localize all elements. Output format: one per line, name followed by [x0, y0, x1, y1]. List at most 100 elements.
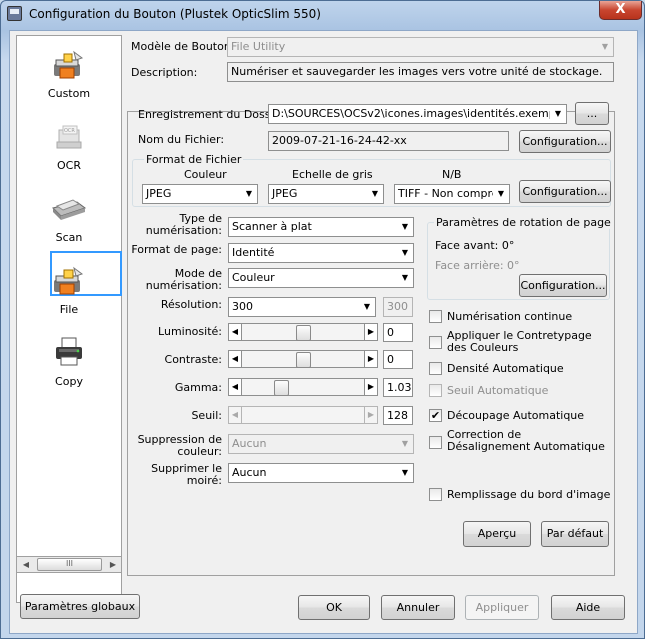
- color-matching-checkbox[interactable]: [429, 336, 442, 349]
- ok-button[interactable]: OK: [298, 595, 370, 620]
- help-button[interactable]: Aide: [551, 595, 625, 620]
- button-sidebar: Custom OCR OCR Scan File Copy: [16, 35, 122, 603]
- custom-scanner-icon: [54, 50, 84, 79]
- global-settings-button[interactable]: Paramètres globaux: [20, 594, 140, 619]
- scan-type-label: Type de numérisation:: [145, 212, 222, 237]
- scroll-right-arrow-icon[interactable]: ▶: [105, 557, 121, 572]
- contrast-slider[interactable]: ◀ ▶: [228, 350, 378, 368]
- bw-format-select[interactable]: TIFF - Non compres ▼: [394, 184, 510, 204]
- slider-thumb[interactable]: [274, 380, 289, 396]
- file-format-title: Format de Fichier: [144, 153, 244, 166]
- scan-mode-value: Couleur: [232, 271, 275, 284]
- sidebar-item-custom[interactable]: Custom: [17, 44, 121, 104]
- chevron-down-icon: ▼: [397, 218, 413, 236]
- bw-format-label: N/B: [442, 168, 462, 181]
- auto-crop-checkbox[interactable]: ✔: [429, 409, 442, 422]
- folder-select[interactable]: D:\SOURCES\OCSv2\icones.images\identités…: [268, 104, 567, 124]
- page-format-value: Identité: [232, 246, 275, 259]
- filename-field: 2009-07-21-16-24-42-xx: [268, 131, 509, 151]
- gray-format-label: Echelle de gris: [292, 168, 373, 181]
- moire-select[interactable]: Aucun ▼: [228, 463, 414, 483]
- gamma-slider[interactable]: ◀ ▶: [228, 378, 378, 396]
- sidebar-item-file[interactable]: File: [17, 260, 121, 320]
- auto-deskew-checkbox[interactable]: [429, 436, 442, 449]
- auto-crop-label: Découpage Automatique: [447, 409, 585, 422]
- app-icon: [7, 6, 22, 21]
- sidebar-item-scan[interactable]: Scan: [17, 188, 121, 248]
- color-drop-value: Aucun: [232, 437, 267, 450]
- sidebar-item-label: File: [59, 303, 79, 316]
- chevron-down-icon: ▼: [367, 185, 383, 203]
- window-title: Configuration du Bouton (Plustek OpticSl…: [29, 7, 321, 21]
- brightness-field[interactable]: 0: [383, 323, 413, 342]
- auto-threshold-checkbox: [429, 384, 442, 397]
- threshold-field[interactable]: 128: [383, 406, 413, 425]
- scan-mode-select[interactable]: Couleur ▼: [228, 268, 414, 288]
- chevron-down-icon: ▼: [597, 38, 613, 56]
- page-format-select[interactable]: Identité ▼: [228, 243, 414, 263]
- back-rotation-label: Face arrière: 0°: [435, 259, 520, 272]
- front-rotation-label: Face avant: 0°: [435, 239, 515, 252]
- slider-right-arrow-icon[interactable]: ▶: [364, 378, 378, 396]
- color-format-value: JPEG: [146, 187, 172, 200]
- model-select[interactable]: File Utility ▼: [227, 37, 614, 57]
- auto-density-checkbox[interactable]: [429, 362, 442, 375]
- sidebar-item-ocr[interactable]: OCR OCR: [17, 116, 121, 176]
- cancel-button[interactable]: Annuler: [381, 595, 455, 620]
- slider-right-arrow-icon[interactable]: ▶: [364, 350, 378, 368]
- auto-threshold-label: Seuil Automatique: [447, 384, 549, 397]
- page-format-label: Format de page:: [131, 243, 222, 256]
- filename-config-button[interactable]: Configuration...: [519, 130, 611, 153]
- default-button[interactable]: Par défaut: [541, 521, 609, 547]
- chevron-down-icon: ▼: [397, 464, 413, 482]
- browse-folder-button[interactable]: ...: [575, 102, 609, 125]
- format-config-button[interactable]: Configuration...: [519, 180, 611, 203]
- chevron-down-icon: ▼: [493, 185, 509, 203]
- slider-thumb[interactable]: [296, 352, 311, 368]
- resolution-label: Résolution:: [160, 298, 222, 311]
- color-format-select[interactable]: JPEG ▼: [142, 184, 258, 204]
- model-value: File Utility: [231, 40, 286, 53]
- auto-deskew-label: Correction de Désalignement Automatique: [447, 428, 605, 453]
- slider-right-arrow-icon[interactable]: ▶: [364, 323, 378, 341]
- slider-thumb[interactable]: [296, 325, 311, 341]
- slider-track[interactable]: [242, 350, 364, 368]
- scan-mode-label: Mode de numérisation:: [145, 267, 222, 292]
- edge-fill-checkbox[interactable]: [429, 488, 442, 501]
- color-drop-select: Aucun ▼: [228, 434, 414, 454]
- scan-icon: [52, 199, 87, 220]
- slider-track[interactable]: [242, 378, 364, 396]
- chevron-down-icon: ▼: [550, 105, 566, 123]
- contrast-label: Contraste:: [164, 353, 222, 366]
- sidebar-item-copy[interactable]: Copy: [17, 332, 121, 392]
- contrast-field[interactable]: 0: [383, 350, 413, 369]
- brightness-slider[interactable]: ◀ ▶: [228, 323, 378, 341]
- close-button[interactable]: X: [599, 1, 642, 20]
- sidebar-item-label: Custom: [47, 87, 91, 100]
- slider-left-arrow-icon[interactable]: ◀: [228, 378, 242, 396]
- scroll-left-arrow-icon[interactable]: ◀: [18, 557, 34, 572]
- description-label: Description:: [131, 66, 198, 79]
- slider-left-arrow-icon[interactable]: ◀: [228, 323, 242, 341]
- description-field: Numériser et sauvegarder les images vers…: [227, 62, 614, 82]
- slider-left-arrow-icon[interactable]: ◀: [228, 350, 242, 368]
- sidebar-scrollbar[interactable]: ◀ III ▶: [16, 556, 122, 573]
- filename-label: Nom du Fichier:: [138, 133, 225, 146]
- chevron-down-icon: ▼: [397, 435, 413, 453]
- slider-track[interactable]: [242, 323, 364, 341]
- preview-button[interactable]: Aperçu: [463, 521, 531, 547]
- sidebar-item-label: Scan: [55, 231, 83, 244]
- svg-text:OCR: OCR: [64, 128, 75, 134]
- chevron-down-icon: ▼: [397, 244, 413, 262]
- scrollbar-thumb[interactable]: III: [37, 558, 102, 571]
- file-icon: [54, 266, 84, 295]
- resolution-select[interactable]: 300 ▼: [228, 297, 376, 317]
- rotation-config-button[interactable]: Configuration...: [519, 274, 607, 297]
- gamma-field[interactable]: 1.03: [383, 378, 413, 397]
- threshold-slider: ◀ ▶: [228, 406, 378, 424]
- gray-format-select[interactable]: JPEG ▼: [268, 184, 384, 204]
- continuous-scan-checkbox[interactable]: [429, 310, 442, 323]
- scan-type-select[interactable]: Scanner à plat ▼: [228, 217, 414, 237]
- chevron-down-icon: ▼: [359, 298, 375, 316]
- brightness-label: Luminosité:: [158, 325, 222, 338]
